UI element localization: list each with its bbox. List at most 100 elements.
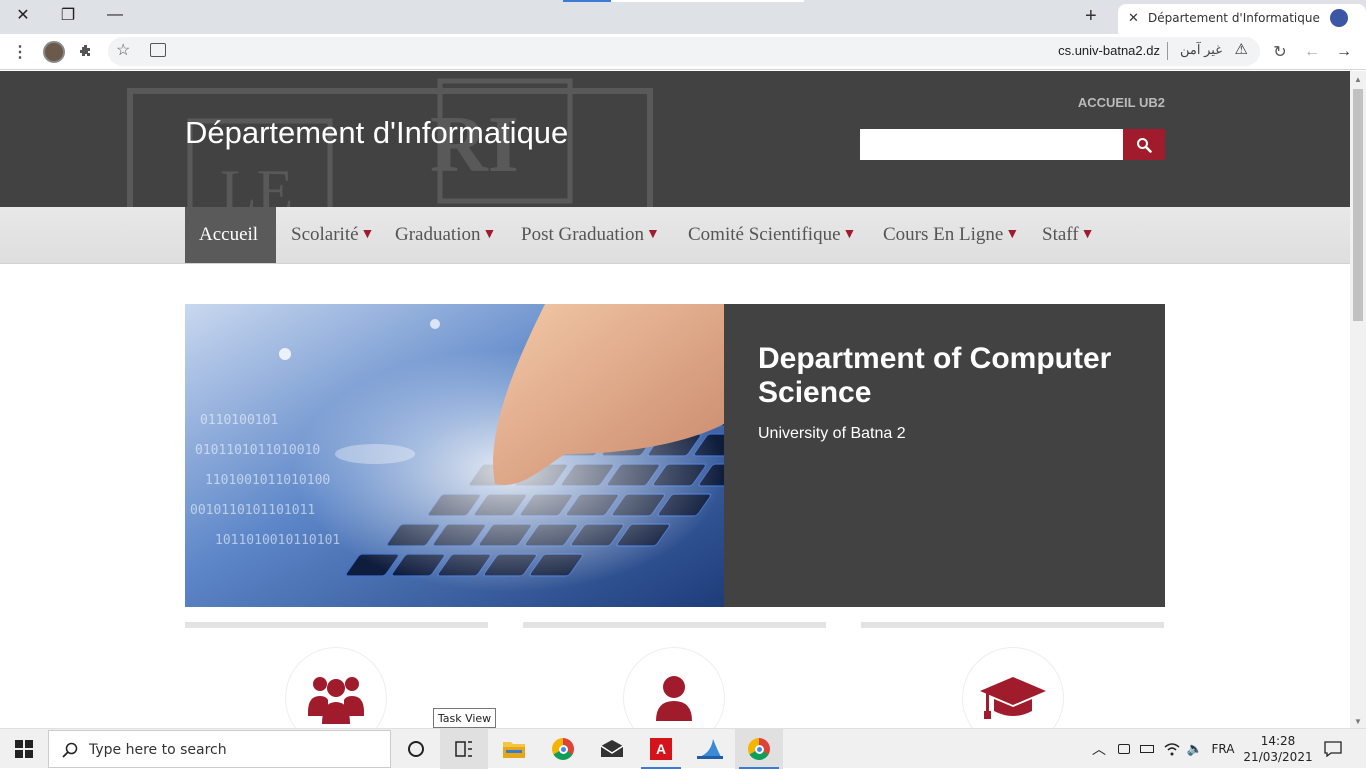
- bookmark-star-icon[interactable]: ☆: [116, 40, 130, 60]
- dropdown-caret-icon: ▼: [360, 227, 375, 242]
- extensions-icon[interactable]: [74, 40, 98, 64]
- accueil-ub2-link[interactable]: ACCUEIL UB2: [1060, 95, 1165, 110]
- start-button[interactable]: [0, 729, 48, 769]
- back-icon[interactable]: ←: [1300, 40, 1324, 64]
- chrome-taskbar-button[interactable]: [539, 729, 587, 769]
- tray-volume-icon[interactable]: 🔈: [1184, 729, 1206, 769]
- close-window-icon[interactable]: ✕: [0, 0, 46, 30]
- nav-item-graduation[interactable]: Graduation ▼: [395, 207, 496, 263]
- graduation-cap-icon: [980, 677, 1046, 719]
- shark-fin-icon: [697, 739, 723, 759]
- tray-clock[interactable]: 14:28 21/03/2021: [1243, 729, 1313, 769]
- scroll-down-icon[interactable]: ▼: [1354, 717, 1362, 726]
- chrome-icon: [748, 738, 770, 760]
- tab-title: Département d'Informatique: [1148, 11, 1320, 25]
- chrome-icon: [552, 738, 574, 760]
- dropdown-caret-icon: ▼: [1005, 227, 1020, 242]
- page-scrollbar[interactable]: ▲ ▼: [1350, 71, 1366, 728]
- nav-label: Cours En Ligne: [883, 224, 1004, 245]
- clock-time: 14:28: [1260, 734, 1296, 748]
- site-favicon-icon: [1330, 9, 1348, 27]
- nav-label: Staff: [1042, 224, 1079, 245]
- nav-label: Scolarité: [291, 224, 359, 245]
- wireshark-button[interactable]: [686, 729, 734, 769]
- file-explorer-button[interactable]: [490, 729, 538, 769]
- mail-button[interactable]: [588, 729, 636, 769]
- tray-meet-icon[interactable]: [1113, 729, 1135, 769]
- minimize-window-icon[interactable]: —: [92, 0, 138, 30]
- nav-item-staff[interactable]: Staff ▼: [1042, 207, 1094, 263]
- clock-date: 21/03/2021: [1243, 750, 1313, 764]
- site-title[interactable]: Département d'Informatique: [185, 115, 568, 151]
- tray-chevron-up-icon[interactable]: ︿: [1088, 729, 1110, 769]
- browser-toolbar: ⋮ ☆ cs.univ-batna2.dz غير آمن ⚠ ↻ ← →: [0, 34, 1366, 70]
- translate-icon[interactable]: [150, 43, 166, 57]
- feature-divider: [185, 622, 488, 628]
- hero-keyboard-image: 0101101011010010 1101001011010100 001011…: [185, 304, 724, 607]
- taskbar-search-box[interactable]: Type here to search: [48, 730, 391, 768]
- hero-panel: Department of Computer Science Universit…: [724, 304, 1165, 607]
- nav-item-comite-scientifique[interactable]: Comité Scientifique ▼: [688, 207, 856, 263]
- feature-students[interactable]: [285, 647, 387, 728]
- tab-strip-indicator: [563, 0, 611, 2]
- search-icon: [62, 742, 78, 758]
- cortana-button[interactable]: [392, 729, 440, 769]
- task-view-icon: [455, 741, 472, 757]
- nav-label: Post Graduation: [521, 224, 644, 245]
- new-tab-icon[interactable]: +: [1085, 5, 1097, 28]
- web-page: RI LE Département d'Informatique ACCUEIL…: [0, 71, 1350, 728]
- warning-icon[interactable]: ⚠: [1235, 40, 1248, 58]
- group-icon: [308, 677, 364, 724]
- profile-avatar[interactable]: [42, 40, 66, 64]
- nav-label: Accueil: [199, 224, 259, 245]
- dropdown-caret-icon: ▼: [1080, 227, 1095, 242]
- search-input[interactable]: [860, 129, 1123, 160]
- search-button[interactable]: [1123, 129, 1165, 160]
- tray-wifi-icon[interactable]: [1160, 729, 1184, 769]
- scrollbar-thumb[interactable]: [1353, 89, 1363, 321]
- restore-window-icon[interactable]: ❐: [45, 0, 91, 30]
- dropdown-caret-icon: ▼: [842, 227, 857, 242]
- feature-divider: [861, 622, 1164, 628]
- feature-graduation[interactable]: [962, 647, 1064, 728]
- nav-item-accueil[interactable]: Accueil: [185, 207, 276, 263]
- hero-title: Department of Computer Science: [758, 342, 1112, 409]
- forward-icon[interactable]: →: [1332, 40, 1356, 64]
- mail-icon: [600, 740, 624, 757]
- hero-subtitle: University of Batna 2: [758, 425, 906, 442]
- task-view-button[interactable]: [440, 729, 488, 769]
- nav-label: Graduation: [395, 224, 481, 245]
- tab-close-icon[interactable]: ✕: [1128, 10, 1139, 26]
- acrobat-button[interactable]: A: [637, 729, 685, 769]
- nav-item-cours-en-ligne[interactable]: Cours En Ligne ▼: [883, 207, 1019, 263]
- browser-tab[interactable]: ✕ Département d'Informatique: [1118, 4, 1366, 34]
- tray-language[interactable]: FRA: [1208, 729, 1238, 769]
- security-text: غير آمن: [1180, 42, 1222, 57]
- taskbar-search-placeholder: Type here to search: [89, 742, 227, 758]
- nav-label: Comité Scientifique: [688, 224, 841, 245]
- scroll-up-icon[interactable]: ▲: [1354, 75, 1362, 84]
- dropdown-caret-icon: ▼: [482, 227, 497, 242]
- nav-item-post-graduation[interactable]: Post Graduation ▼: [521, 207, 660, 263]
- cortana-icon: [408, 741, 424, 757]
- reload-icon[interactable]: ↻: [1268, 40, 1292, 64]
- browser-tab-bar: ✕ ❐ — + ✕ Département d'Informatique: [0, 0, 1366, 34]
- folder-icon: [503, 742, 525, 758]
- person-icon: [656, 676, 692, 721]
- search-icon: [1137, 137, 1152, 153]
- main-navigation: Accueil Scolarité ▼ Graduation ▼ Post Grad…: [0, 207, 1350, 264]
- chrome-active-button[interactable]: [735, 729, 783, 769]
- address-bar[interactable]: ☆ cs.univ-batna2.dz غير آمن ⚠: [108, 37, 1260, 66]
- dropdown-caret-icon: ▼: [645, 227, 660, 242]
- tab-strip-indicator-light: [611, 0, 804, 2]
- notification-center-icon[interactable]: [1318, 729, 1348, 769]
- svg-text:LE: LE: [220, 158, 293, 207]
- task-view-tooltip: Task View: [433, 708, 496, 728]
- windows-logo-icon: [15, 740, 33, 758]
- feature-staff[interactable]: [623, 647, 725, 728]
- browser-menu-icon[interactable]: ⋮: [8, 40, 32, 64]
- windows-taskbar: Type here to search A ︿ 🔈 FRA 14:28 21/0…: [0, 728, 1366, 769]
- tray-battery-icon[interactable]: [1136, 729, 1158, 769]
- nav-item-scolarite[interactable]: Scolarité ▼: [291, 207, 374, 263]
- url-divider: [1167, 42, 1168, 60]
